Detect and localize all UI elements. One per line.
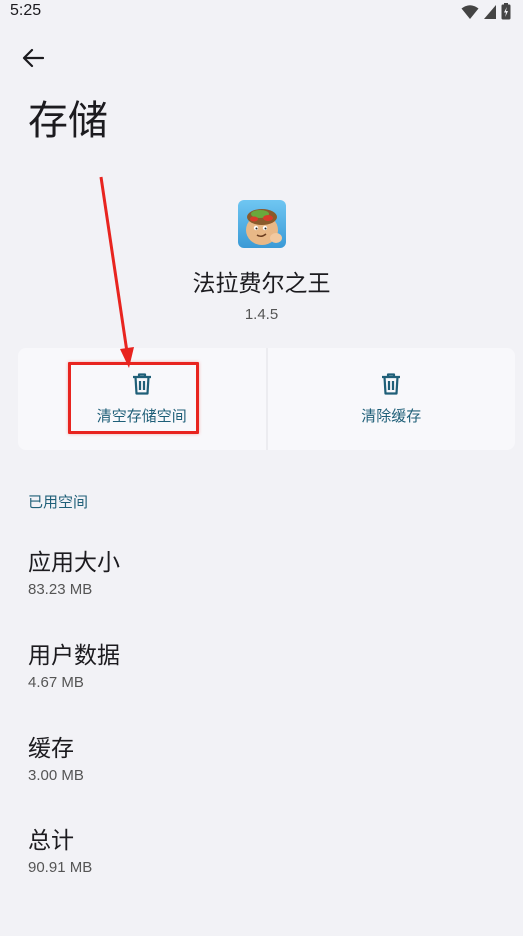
stat-value: 90.91 MB xyxy=(28,859,93,876)
stat-user-data: 用户数据 4.67 MB xyxy=(28,636,120,691)
stat-cache: 缓存 3.00 MB xyxy=(28,729,84,784)
usage-section-title: 已用空间 xyxy=(28,493,89,511)
stat-app-size: 应用大小 83.23 MB xyxy=(28,543,120,598)
stat-label: 总计 xyxy=(28,828,74,854)
stat-value: 4.67 MB xyxy=(28,674,84,691)
stat-total: 总计 90.91 MB xyxy=(28,821,92,876)
stat-label: 用户数据 xyxy=(28,643,120,669)
annotation-arrow xyxy=(99,176,134,368)
stat-value: 83.23 MB xyxy=(28,581,93,598)
stat-value: 3.00 MB xyxy=(28,767,84,784)
clear-cache-label: 清除缓存 xyxy=(361,406,422,425)
stat-label: 缓存 xyxy=(28,736,74,762)
stat-label: 应用大小 xyxy=(28,550,120,576)
